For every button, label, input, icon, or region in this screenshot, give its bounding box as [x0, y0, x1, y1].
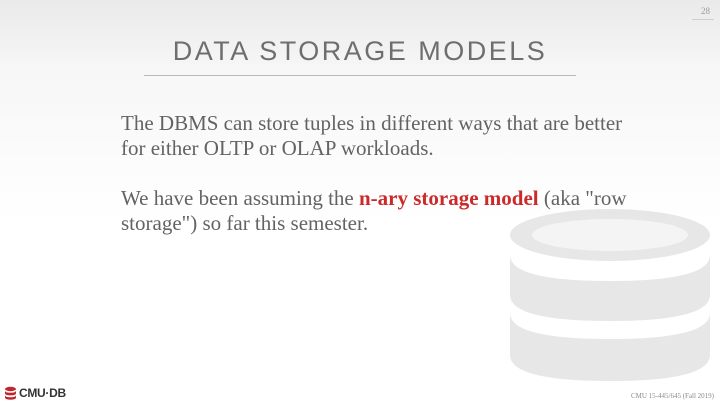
page-number-divider: [692, 19, 714, 20]
highlighted-term: n-ary storage model: [358, 186, 539, 210]
course-footer: CMU 15-445/645 (Fall 2019): [630, 392, 714, 400]
slide-body: The DBMS can store tuples in different w…: [121, 111, 641, 261]
page-number: 28: [701, 6, 710, 16]
slide-title: DATA STORAGE MODELS: [172, 36, 548, 66]
cmu-db-logo: CMU·DB: [4, 386, 66, 400]
title-underline: [144, 75, 576, 76]
body-paragraph-2: We have been assuming the n-ary storage …: [121, 186, 641, 236]
paragraph-2-lead: We have been assuming the: [121, 186, 359, 210]
database-cylinder-icon: [5, 386, 16, 400]
logo-text: CMU·DB: [19, 386, 66, 400]
body-paragraph-1: The DBMS can store tuples in different w…: [121, 111, 623, 160]
